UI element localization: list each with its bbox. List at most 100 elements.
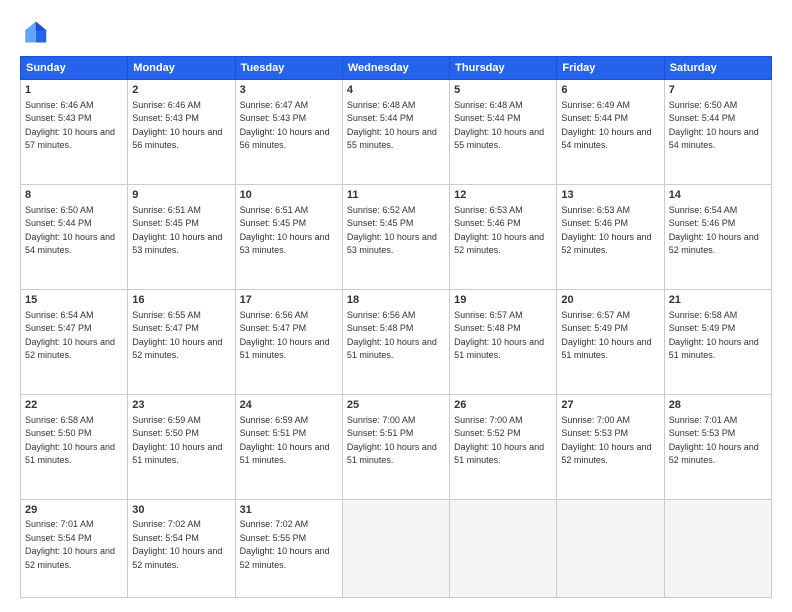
calendar-cell xyxy=(557,499,664,597)
day-detail: Sunrise: 6:48 AMSunset: 5:44 PMDaylight:… xyxy=(454,100,544,151)
calendar-cell: 5 Sunrise: 6:48 AMSunset: 5:44 PMDaylight… xyxy=(450,80,557,185)
calendar-week-5: 29Sunrise: 7:01 AMSunset: 5:54 PMDayligh… xyxy=(21,499,772,597)
day-number: 10 xyxy=(240,188,338,203)
day-number: 23 xyxy=(132,398,230,413)
weekday-header-wednesday: Wednesday xyxy=(342,57,449,80)
day-detail: Sunrise: 6:50 AMSunset: 5:44 PMDaylight:… xyxy=(25,205,115,256)
day-detail: Sunrise: 6:55 AMSunset: 5:47 PMDaylight:… xyxy=(132,310,222,361)
day-number: 16 xyxy=(132,293,230,308)
day-detail: Sunrise: 6:53 AMSunset: 5:46 PMDaylight:… xyxy=(561,205,651,256)
calendar-cell: 11 Sunrise: 6:52 AMSunset: 5:45 PMDayligh… xyxy=(342,184,449,289)
day-detail: Sunrise: 6:50 AMSunset: 5:44 PMDaylight:… xyxy=(669,100,759,151)
calendar-cell: 14 Sunrise: 6:54 AMSunset: 5:46 PMDayligh… xyxy=(664,184,771,289)
day-detail: Sunrise: 6:46 AMSunset: 5:43 PMDaylight:… xyxy=(25,100,115,151)
day-number: 12 xyxy=(454,188,552,203)
day-detail: Sunrise: 6:48 AMSunset: 5:44 PMDaylight:… xyxy=(347,100,437,151)
day-detail: Sunrise: 6:57 AMSunset: 5:48 PMDaylight:… xyxy=(454,310,544,361)
calendar-cell: 2 Sunrise: 6:46 AMSunset: 5:43 PMDaylight… xyxy=(128,80,235,185)
calendar-cell: 10Sunrise: 6:51 AMSunset: 5:45 PMDayligh… xyxy=(235,184,342,289)
calendar-cell: 28 Sunrise: 7:01 AMSunset: 5:53 PMDayligh… xyxy=(664,394,771,499)
logo-icon xyxy=(20,18,48,46)
day-number: 6 xyxy=(561,83,659,98)
day-number: 30 xyxy=(132,503,230,518)
calendar-cell: 3 Sunrise: 6:47 AMSunset: 5:43 PMDaylight… xyxy=(235,80,342,185)
calendar-cell: 6 Sunrise: 6:49 AMSunset: 5:44 PMDaylight… xyxy=(557,80,664,185)
day-number: 1 xyxy=(25,83,123,98)
weekday-header-row: SundayMondayTuesdayWednesdayThursdayFrid… xyxy=(21,57,772,80)
day-number: 27 xyxy=(561,398,659,413)
calendar-week-2: 8 Sunrise: 6:50 AMSunset: 5:44 PMDaylight… xyxy=(21,184,772,289)
day-detail: Sunrise: 6:49 AMSunset: 5:44 PMDaylight:… xyxy=(561,100,651,151)
calendar-cell: 16 Sunrise: 6:55 AMSunset: 5:47 PMDayligh… xyxy=(128,289,235,394)
day-number: 4 xyxy=(347,83,445,98)
day-number: 31 xyxy=(240,503,338,518)
day-detail: Sunrise: 7:01 AMSunset: 5:54 PMDaylight:… xyxy=(25,519,115,570)
weekday-header-friday: Friday xyxy=(557,57,664,80)
page: SundayMondayTuesdayWednesdayThursdayFrid… xyxy=(0,0,792,612)
calendar-cell xyxy=(664,499,771,597)
day-detail: Sunrise: 7:00 AMSunset: 5:52 PMDaylight:… xyxy=(454,415,544,466)
day-number: 3 xyxy=(240,83,338,98)
calendar-cell: 21Sunrise: 6:58 AMSunset: 5:49 PMDayligh… xyxy=(664,289,771,394)
day-number: 11 xyxy=(347,188,445,203)
calendar-cell: 4 Sunrise: 6:48 AMSunset: 5:44 PMDaylight… xyxy=(342,80,449,185)
calendar-cell: 8 Sunrise: 6:50 AMSunset: 5:44 PMDaylight… xyxy=(21,184,128,289)
calendar-cell xyxy=(342,499,449,597)
day-number: 2 xyxy=(132,83,230,98)
day-detail: Sunrise: 6:54 AMSunset: 5:46 PMDaylight:… xyxy=(669,205,759,256)
calendar-cell: 24 Sunrise: 6:59 AMSunset: 5:51 PMDayligh… xyxy=(235,394,342,499)
calendar-cell: 15 Sunrise: 6:54 AMSunset: 5:47 PMDayligh… xyxy=(21,289,128,394)
calendar-cell: 27 Sunrise: 7:00 AMSunset: 5:53 PMDayligh… xyxy=(557,394,664,499)
calendar-cell: 29Sunrise: 7:01 AMSunset: 5:54 PMDayligh… xyxy=(21,499,128,597)
calendar-cell: 19Sunrise: 6:57 AMSunset: 5:48 PMDayligh… xyxy=(450,289,557,394)
day-detail: Sunrise: 6:56 AMSunset: 5:48 PMDaylight:… xyxy=(347,310,437,361)
day-detail: Sunrise: 6:46 AMSunset: 5:43 PMDaylight:… xyxy=(132,100,222,151)
day-number: 21 xyxy=(669,293,767,308)
day-number: 28 xyxy=(669,398,767,413)
day-detail: Sunrise: 6:51 AMSunset: 5:45 PMDaylight:… xyxy=(132,205,222,256)
calendar-cell xyxy=(450,499,557,597)
day-detail: Sunrise: 6:58 AMSunset: 5:50 PMDaylight:… xyxy=(25,415,115,466)
day-number: 17 xyxy=(240,293,338,308)
day-detail: Sunrise: 7:00 AMSunset: 5:53 PMDaylight:… xyxy=(561,415,651,466)
day-detail: Sunrise: 6:53 AMSunset: 5:46 PMDaylight:… xyxy=(454,205,544,256)
calendar-cell: 31Sunrise: 7:02 AMSunset: 5:55 PMDayligh… xyxy=(235,499,342,597)
day-number: 14 xyxy=(669,188,767,203)
day-number: 8 xyxy=(25,188,123,203)
day-detail: Sunrise: 6:56 AMSunset: 5:47 PMDaylight:… xyxy=(240,310,330,361)
day-detail: Sunrise: 6:52 AMSunset: 5:45 PMDaylight:… xyxy=(347,205,437,256)
calendar-cell: 7 Sunrise: 6:50 AMSunset: 5:44 PMDaylight… xyxy=(664,80,771,185)
day-detail: Sunrise: 6:47 AMSunset: 5:43 PMDaylight:… xyxy=(240,100,330,151)
day-number: 5 xyxy=(454,83,552,98)
header xyxy=(20,18,772,46)
day-detail: Sunrise: 6:57 AMSunset: 5:49 PMDaylight:… xyxy=(561,310,651,361)
calendar-cell: 25 Sunrise: 7:00 AMSunset: 5:51 PMDayligh… xyxy=(342,394,449,499)
day-detail: Sunrise: 6:59 AMSunset: 5:51 PMDaylight:… xyxy=(240,415,330,466)
day-number: 9 xyxy=(132,188,230,203)
calendar-cell: 20Sunrise: 6:57 AMSunset: 5:49 PMDayligh… xyxy=(557,289,664,394)
day-detail: Sunrise: 7:02 AMSunset: 5:55 PMDaylight:… xyxy=(240,519,330,570)
weekday-header-sunday: Sunday xyxy=(21,57,128,80)
weekday-header-thursday: Thursday xyxy=(450,57,557,80)
day-detail: Sunrise: 7:01 AMSunset: 5:53 PMDaylight:… xyxy=(669,415,759,466)
day-detail: Sunrise: 7:00 AMSunset: 5:51 PMDaylight:… xyxy=(347,415,437,466)
calendar-cell: 30Sunrise: 7:02 AMSunset: 5:54 PMDayligh… xyxy=(128,499,235,597)
calendar-table: SundayMondayTuesdayWednesdayThursdayFrid… xyxy=(20,56,772,598)
calendar-cell: 17 Sunrise: 6:56 AMSunset: 5:47 PMDayligh… xyxy=(235,289,342,394)
calendar-cell: 22 Sunrise: 6:58 AMSunset: 5:50 PMDayligh… xyxy=(21,394,128,499)
day-number: 24 xyxy=(240,398,338,413)
calendar-cell: 18Sunrise: 6:56 AMSunset: 5:48 PMDayligh… xyxy=(342,289,449,394)
calendar-week-1: 1 Sunrise: 6:46 AMSunset: 5:43 PMDaylight… xyxy=(21,80,772,185)
logo xyxy=(20,18,50,46)
weekday-header-saturday: Saturday xyxy=(664,57,771,80)
day-detail: Sunrise: 7:02 AMSunset: 5:54 PMDaylight:… xyxy=(132,519,222,570)
day-number: 22 xyxy=(25,398,123,413)
calendar-cell: 23 Sunrise: 6:59 AMSunset: 5:50 PMDayligh… xyxy=(128,394,235,499)
day-detail: Sunrise: 6:59 AMSunset: 5:50 PMDaylight:… xyxy=(132,415,222,466)
day-number: 15 xyxy=(25,293,123,308)
calendar-cell: 26Sunrise: 7:00 AMSunset: 5:52 PMDayligh… xyxy=(450,394,557,499)
calendar-cell: 9 Sunrise: 6:51 AMSunset: 5:45 PMDaylight… xyxy=(128,184,235,289)
day-detail: Sunrise: 6:54 AMSunset: 5:47 PMDaylight:… xyxy=(25,310,115,361)
day-number: 7 xyxy=(669,83,767,98)
day-number: 25 xyxy=(347,398,445,413)
